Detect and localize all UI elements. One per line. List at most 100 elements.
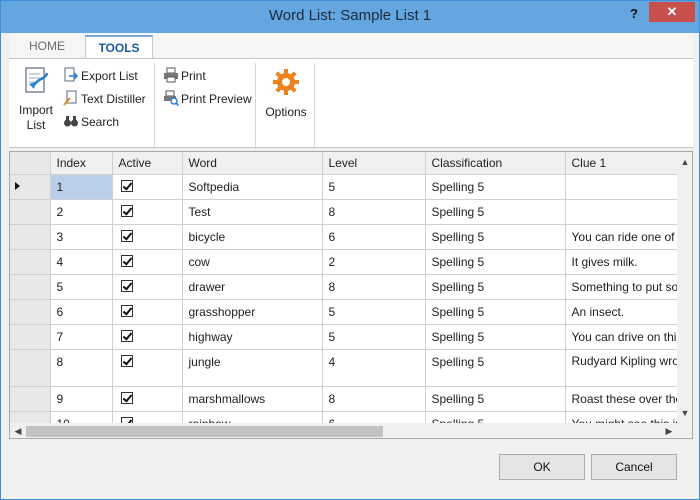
cell-clue[interactable]: Roast these over the xyxy=(565,386,692,412)
cell-active[interactable] xyxy=(112,199,183,225)
row-selector[interactable] xyxy=(10,349,51,387)
cell-level[interactable]: 5 xyxy=(322,324,426,350)
row-selector[interactable] xyxy=(10,324,51,350)
active-checkbox[interactable] xyxy=(120,205,133,217)
row-selector[interactable] xyxy=(10,199,51,225)
cell-clue[interactable]: You can drive on this xyxy=(565,324,692,350)
ok-button[interactable]: OK xyxy=(499,454,585,480)
cell-clue[interactable]: An insect. xyxy=(565,299,692,325)
cell-level[interactable]: 5 xyxy=(322,174,426,200)
column-header-classification[interactable]: Classification xyxy=(425,152,566,175)
cell-level[interactable]: 8 xyxy=(322,274,426,300)
table-row[interactable]: 9 marshmallows 8 Spelling 5 Roast these … xyxy=(10,386,692,412)
scroll-down-icon[interactable]: ▼ xyxy=(677,405,692,421)
active-checkbox[interactable] xyxy=(120,330,133,342)
cell-index[interactable]: 8 xyxy=(50,349,113,387)
column-header-level[interactable]: Level xyxy=(322,152,426,175)
cell-word[interactable]: bicycle xyxy=(182,224,323,250)
cell-level[interactable]: 8 xyxy=(322,199,426,225)
vertical-scrollbar[interactable]: ▲ ▼ xyxy=(677,152,692,423)
cancel-button[interactable]: Cancel xyxy=(591,454,677,480)
column-header-word[interactable]: Word xyxy=(182,152,323,175)
table-row[interactable]: 4 cow 2 Spelling 5 It gives milk. xyxy=(10,249,692,275)
active-checkbox[interactable] xyxy=(120,180,133,192)
active-checkbox[interactable] xyxy=(120,255,133,267)
search-button[interactable]: Search xyxy=(63,113,119,133)
cell-level[interactable]: 8 xyxy=(322,386,426,412)
cell-index[interactable]: 7 xyxy=(50,324,113,350)
cell-classification[interactable]: Spelling 5 xyxy=(425,174,566,200)
cell-level[interactable]: 4 xyxy=(322,349,426,387)
cell-classification[interactable]: Spelling 5 xyxy=(425,249,566,275)
row-selector[interactable] xyxy=(10,249,51,275)
text-distiller-button[interactable]: Text Distiller xyxy=(63,90,146,110)
table-row[interactable]: 3 bicycle 6 Spelling 5 You can ride one … xyxy=(10,224,692,250)
word-grid[interactable]: Index Active Word Level Classification C… xyxy=(9,151,693,439)
column-header-clue-1[interactable]: Clue 1 xyxy=(565,152,692,175)
cell-active[interactable] xyxy=(112,224,183,250)
horizontal-scroll-thumb[interactable] xyxy=(26,426,383,437)
cell-level[interactable]: 6 xyxy=(322,224,426,250)
column-header-active[interactable]: Active xyxy=(112,152,183,175)
active-checkbox[interactable] xyxy=(120,280,133,292)
table-row[interactable]: 1 Softpedia 5 Spelling 5 xyxy=(10,174,692,200)
cell-classification[interactable]: Spelling 5 xyxy=(425,299,566,325)
cell-index[interactable]: 1 xyxy=(50,174,113,200)
cell-index[interactable]: 9 xyxy=(50,386,113,412)
row-selector[interactable] xyxy=(10,299,51,325)
cell-word[interactable]: Softpedia xyxy=(182,174,323,200)
table-row[interactable]: 8 jungle 4 Spelling 5 Rudyard Kipling wr… xyxy=(10,349,692,387)
scroll-right-icon[interactable]: ▶ xyxy=(661,423,677,438)
cell-index[interactable]: 2 xyxy=(50,199,113,225)
options-button[interactable]: Options xyxy=(261,67,311,120)
active-checkbox[interactable] xyxy=(120,392,133,404)
title-bar[interactable]: Word List: Sample List 1 ? ✕ xyxy=(1,1,699,33)
active-checkbox[interactable] xyxy=(120,355,133,367)
cell-word[interactable]: cow xyxy=(182,249,323,275)
cell-index[interactable]: 3 xyxy=(50,224,113,250)
cell-index[interactable]: 6 xyxy=(50,299,113,325)
cell-classification[interactable]: Spelling 5 xyxy=(425,199,566,225)
cell-active[interactable] xyxy=(112,349,183,387)
cell-classification[interactable]: Spelling 5 xyxy=(425,386,566,412)
cell-active[interactable] xyxy=(112,274,183,300)
cell-index[interactable]: 4 xyxy=(50,249,113,275)
row-selector[interactable] xyxy=(10,386,51,412)
cell-active[interactable] xyxy=(112,324,183,350)
cell-index[interactable]: 5 xyxy=(50,274,113,300)
cell-clue[interactable] xyxy=(565,174,692,200)
cell-level[interactable]: 5 xyxy=(322,299,426,325)
print-preview-button[interactable]: Print Preview xyxy=(163,90,252,110)
row-selector[interactable] xyxy=(10,174,51,200)
cell-clue[interactable]: Rudyard Kipling wrot called, The _____ B… xyxy=(565,349,692,387)
cell-clue[interactable]: You can ride one of t xyxy=(565,224,692,250)
cell-active[interactable] xyxy=(112,299,183,325)
cell-word[interactable]: drawer xyxy=(182,274,323,300)
cell-classification[interactable]: Spelling 5 xyxy=(425,349,566,387)
cell-clue[interactable] xyxy=(565,199,692,225)
row-selector[interactable] xyxy=(10,224,51,250)
close-button[interactable]: ✕ xyxy=(649,2,695,22)
cell-word[interactable]: highway xyxy=(182,324,323,350)
tab-home[interactable]: HOME xyxy=(9,35,85,59)
table-row[interactable]: 5 drawer 8 Spelling 5 Something to put s… xyxy=(10,274,692,300)
cell-word[interactable]: marshmallows xyxy=(182,386,323,412)
cell-clue[interactable]: It gives milk. xyxy=(565,249,692,275)
help-button[interactable]: ? xyxy=(623,4,645,26)
cell-level[interactable]: 2 xyxy=(322,249,426,275)
tab-tools[interactable]: TOOLS xyxy=(85,35,153,59)
table-row[interactable]: 7 highway 5 Spelling 5 You can drive on … xyxy=(10,324,692,350)
cell-active[interactable] xyxy=(112,174,183,200)
column-header-index[interactable]: Index xyxy=(50,152,113,175)
table-row[interactable]: 2 Test 8 Spelling 5 xyxy=(10,199,692,225)
cell-clue[interactable]: Something to put soc xyxy=(565,274,692,300)
cell-classification[interactable]: Spelling 5 xyxy=(425,274,566,300)
table-row[interactable]: 6 grasshopper 5 Spelling 5 An insect. xyxy=(10,299,692,325)
active-checkbox[interactable] xyxy=(120,230,133,242)
import-list-button[interactable]: Import List xyxy=(15,65,57,133)
cell-word[interactable]: jungle xyxy=(182,349,323,387)
horizontal-scrollbar[interactable]: ◀ ▶ xyxy=(10,423,677,438)
cell-active[interactable] xyxy=(112,386,183,412)
print-button[interactable]: Print xyxy=(163,67,206,87)
cell-classification[interactable]: Spelling 5 xyxy=(425,224,566,250)
